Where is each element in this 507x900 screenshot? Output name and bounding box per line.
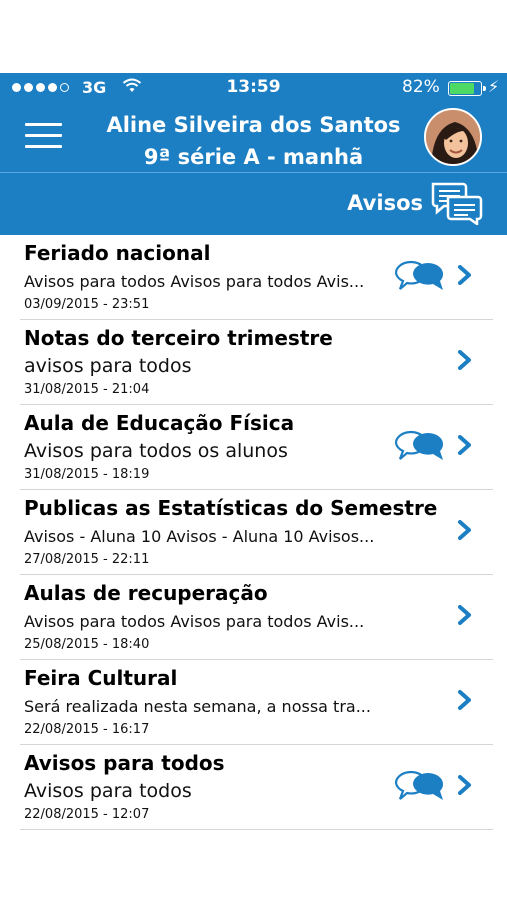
status-bar: 3G 13:59 82% ⚡ xyxy=(0,73,507,103)
notice-date: 03/09/2015 - 23:51 xyxy=(24,297,150,312)
comments-icon[interactable] xyxy=(393,259,445,293)
notice-item[interactable]: Publicas as Estatísticas do Semestre Avis… xyxy=(20,490,493,575)
notice-item[interactable]: Feriado nacional Avisos para todos Avisos… xyxy=(20,235,493,320)
notice-item[interactable]: Feira Cultural Será realizada nesta seman… xyxy=(20,660,493,745)
notice-date: 27/08/2015 - 22:11 xyxy=(24,552,150,567)
notice-date: 31/08/2015 - 21:04 xyxy=(24,382,150,397)
section-title: Avisos xyxy=(347,191,423,215)
notice-date: 22/08/2015 - 16:17 xyxy=(24,722,150,737)
notice-description: Avisos para todos Avisos para todos Avis… xyxy=(24,612,365,631)
chevron-right-icon[interactable] xyxy=(458,520,472,540)
notice-item[interactable]: Aulas de recuperação Avisos para todos Av… xyxy=(20,575,493,660)
chevron-right-icon[interactable] xyxy=(458,775,472,795)
notice-list: Feriado nacional Avisos para todos Avisos… xyxy=(0,235,507,830)
notice-date: 22/08/2015 - 12:07 xyxy=(24,807,150,822)
chevron-right-icon[interactable] xyxy=(458,690,472,710)
notice-title: Avisos para todos xyxy=(24,751,225,775)
notice-title: Aulas de recuperação xyxy=(24,581,268,605)
notice-item[interactable]: Notas do terceiro trimestre avisos para t… xyxy=(20,320,493,405)
notice-item[interactable]: Aula de Educação Física Avisos para todos… xyxy=(20,405,493,490)
battery-icon xyxy=(448,81,486,96)
charging-bolt-icon: ⚡ xyxy=(488,77,500,96)
chevron-right-icon[interactable] xyxy=(458,435,472,455)
notice-description: Avisos para todos os alunos xyxy=(24,440,288,462)
notice-title: Notas do terceiro trimestre xyxy=(24,326,333,350)
notice-title: Aula de Educação Física xyxy=(24,411,295,435)
student-avatar[interactable] xyxy=(424,108,482,166)
notice-item[interactable]: Avisos para todos Avisos para todos 22/08/… xyxy=(20,745,493,830)
chevron-right-icon[interactable] xyxy=(458,350,472,370)
notice-description: Avisos - Aluna 10 Avisos - Aluna 10 Avis… xyxy=(24,527,375,546)
comments-icon[interactable] xyxy=(393,429,445,463)
notice-date: 31/08/2015 - 18:19 xyxy=(24,467,150,482)
notice-description: Avisos para todos Avisos para todos Avis… xyxy=(24,272,365,291)
notice-title: Feriado nacional xyxy=(24,241,211,265)
notice-description: Avisos para todos xyxy=(24,780,192,802)
notice-description: Será realizada nesta semana, a nossa tra… xyxy=(24,697,371,716)
top-area xyxy=(0,0,507,73)
notice-title: Publicas as Estatísticas do Semestre xyxy=(24,496,438,520)
chevron-right-icon[interactable] xyxy=(458,265,472,285)
header-divider xyxy=(0,172,507,173)
chevron-right-icon[interactable] xyxy=(458,605,472,625)
battery-percentage: 82% xyxy=(402,77,440,97)
notice-date: 25/08/2015 - 18:40 xyxy=(24,637,150,652)
chat-bubbles-icon xyxy=(431,182,483,225)
notice-title: Feira Cultural xyxy=(24,666,178,690)
comments-icon[interactable] xyxy=(393,769,445,803)
notice-description: avisos para todos xyxy=(24,355,192,377)
